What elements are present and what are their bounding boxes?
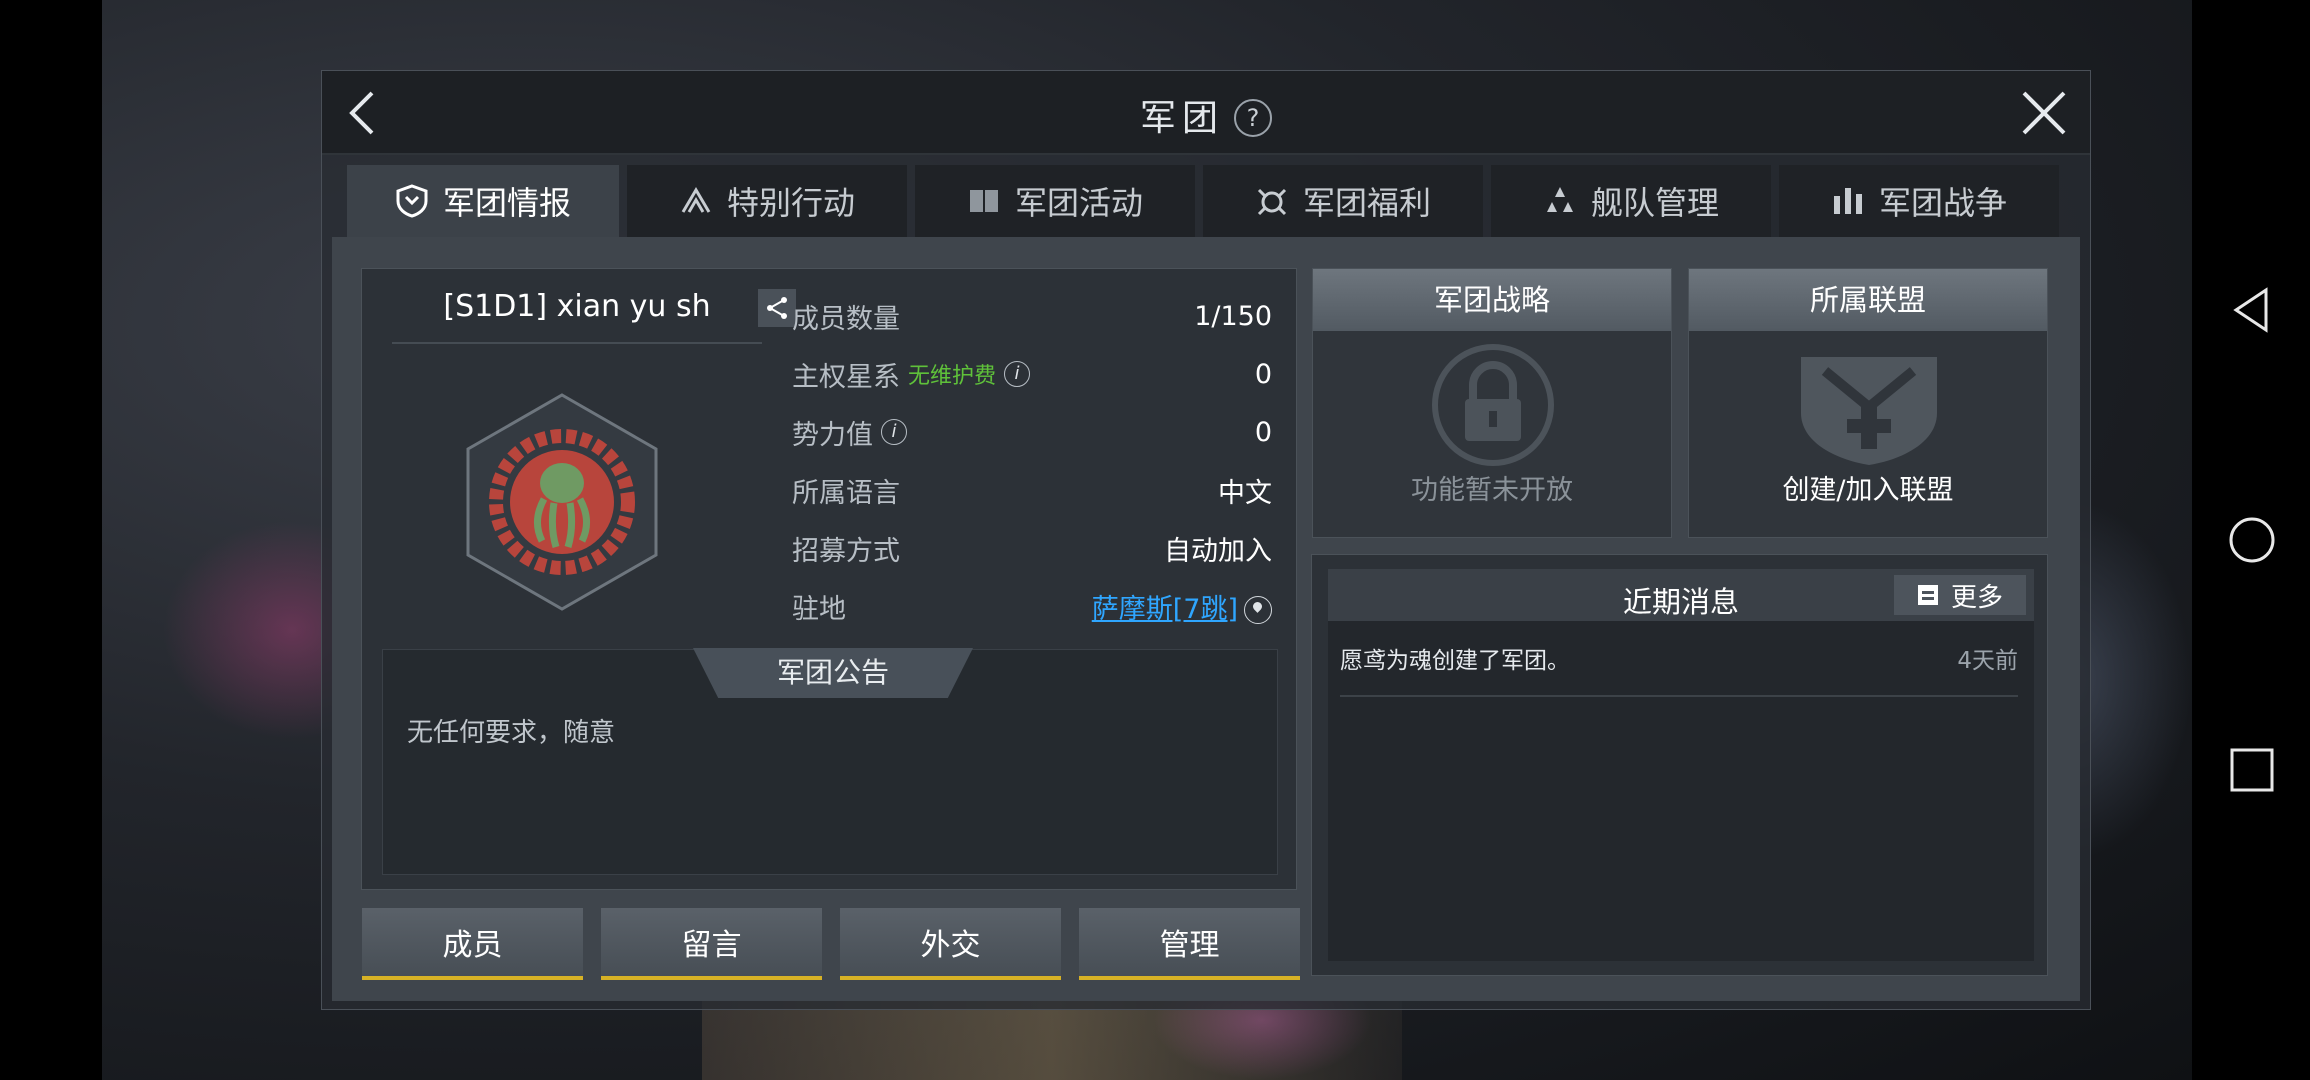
stat-value: 0 bbox=[1254, 416, 1272, 448]
stat-label: 驻地 bbox=[792, 593, 846, 625]
legion-emblem bbox=[462, 391, 662, 613]
stat-value: 0 bbox=[1254, 358, 1272, 390]
tab-legion-war[interactable]: 军团战争 bbox=[1779, 165, 2059, 237]
war-icon bbox=[1833, 188, 1862, 214]
card-caption: 创建/加入联盟 bbox=[1782, 475, 1954, 506]
tab-label: 军团活动 bbox=[1014, 184, 1143, 222]
stat-value: 自动加入 bbox=[1164, 535, 1272, 567]
help-icon[interactable]: ? bbox=[1234, 99, 1272, 137]
tab-fleet-management[interactable]: 舰队管理 bbox=[1491, 165, 1771, 237]
card-title: 军团战略 bbox=[1313, 269, 1671, 331]
stat-label: 主权星系 bbox=[792, 361, 900, 393]
card-caption: 功能暂未开放 bbox=[1411, 475, 1573, 506]
messages-button[interactable]: 留言 bbox=[601, 908, 822, 980]
news-message: 愿鸢为魂创建了军团。 bbox=[1340, 648, 1570, 674]
stat-value: 中文 bbox=[1218, 477, 1272, 509]
system-nav-bar bbox=[2192, 0, 2310, 1080]
tab-bar: 军团情报 特别行动 军团活动 军团福利 舰队管理 军团战争 bbox=[347, 165, 2059, 237]
tab-label: 舰队管理 bbox=[1590, 184, 1719, 222]
list-item: 愿鸢为魂创建了军团。 4天前 bbox=[1340, 641, 2018, 697]
nav-home-icon[interactable] bbox=[2228, 516, 2276, 564]
chevron-up-icon bbox=[681, 187, 711, 213]
nav-recents-icon[interactable] bbox=[2228, 746, 2276, 794]
title-bar: 军团? bbox=[322, 71, 2090, 155]
legion-strategy-card[interactable]: 军团战略 功能暂未开放 bbox=[1312, 268, 1672, 538]
stat-label: 所属语言 bbox=[792, 477, 900, 509]
document-icon bbox=[1917, 585, 1938, 605]
legion-info-panel: [S1D1] xian yu sh 成员数量 1/150 主权星系 无维护费 i 0… bbox=[361, 268, 1297, 890]
news-list: 愿鸢为魂创建了军团。 4天前 bbox=[1328, 621, 2034, 961]
location-pin-icon[interactable] bbox=[1244, 596, 1272, 624]
notice-title: 军团公告 bbox=[693, 648, 973, 698]
stat-label: 势力值 bbox=[792, 419, 873, 451]
tab-legion-welfare[interactable]: 军团福利 bbox=[1203, 165, 1483, 237]
alliance-shield-icon bbox=[1801, 357, 1937, 465]
no-maintenance-tag: 无维护费 bbox=[908, 364, 997, 389]
fleet-icon bbox=[1546, 187, 1573, 212]
station-link[interactable]: 萨摩斯[7跳] bbox=[1092, 594, 1238, 625]
action-buttons: 成员 留言 外交 管理 bbox=[362, 908, 1300, 980]
stat-label: 成员数量 bbox=[792, 303, 900, 335]
stat-value: 1/150 bbox=[1194, 300, 1272, 332]
stat-influence: 势力值 i 0 bbox=[792, 403, 1272, 461]
stat-label: 招募方式 bbox=[792, 535, 900, 567]
more-button[interactable]: 更多 bbox=[1894, 575, 2026, 615]
tab-label: 军团战争 bbox=[1878, 184, 2007, 222]
gift-icon bbox=[1257, 188, 1287, 216]
lock-icon bbox=[1432, 344, 1554, 466]
notice-text: 无任何要求，随意 bbox=[407, 718, 616, 748]
news-time: 4天前 bbox=[1957, 648, 2018, 674]
stat-station: 驻地 萨摩斯[7跳] bbox=[792, 577, 1272, 635]
legion-stats: 成员数量 1/150 主权星系 无维护费 i 0 势力值 i 0 所属语言 中文 招募… bbox=[792, 287, 1272, 635]
tab-legion-intel[interactable]: 军团情报 bbox=[347, 165, 619, 237]
recent-news-panel: 近期消息 更多 愿鸢为魂创建了军团。 4天前 bbox=[1311, 554, 2048, 976]
book-icon bbox=[969, 190, 998, 212]
share-icon[interactable] bbox=[758, 289, 796, 327]
news-header: 近期消息 更多 bbox=[1328, 569, 2034, 621]
more-label: 更多 bbox=[1950, 582, 2003, 613]
manage-button[interactable]: 管理 bbox=[1079, 908, 1300, 980]
tab-label: 军团福利 bbox=[1302, 184, 1431, 222]
close-icon[interactable] bbox=[2018, 87, 2070, 139]
stat-sovereign-systems: 主权星系 无维护费 i 0 bbox=[792, 345, 1272, 403]
stat-language: 所属语言 中文 bbox=[792, 461, 1272, 519]
members-button[interactable]: 成员 bbox=[362, 908, 583, 980]
stat-recruitment: 招募方式 自动加入 bbox=[792, 519, 1272, 577]
tab-label: 特别行动 bbox=[726, 184, 855, 222]
dialog-title-text: 军团 bbox=[1139, 98, 1224, 139]
alliance-card[interactable]: 所属联盟 创建/加入联盟 bbox=[1688, 268, 2048, 538]
tab-label: 军团情报 bbox=[442, 184, 571, 222]
tab-special-ops[interactable]: 特别行动 bbox=[627, 165, 907, 237]
nav-back-icon[interactable] bbox=[2228, 286, 2276, 334]
tab-legion-events[interactable]: 军团活动 bbox=[915, 165, 1195, 237]
info-icon[interactable]: i bbox=[1004, 361, 1031, 387]
shield-icon bbox=[396, 184, 428, 218]
stat-member-count: 成员数量 1/150 bbox=[792, 287, 1272, 345]
dialog-title: 军团? bbox=[322, 89, 2090, 141]
diplomacy-button[interactable]: 外交 bbox=[840, 908, 1061, 980]
card-title: 所属联盟 bbox=[1689, 269, 2047, 331]
legion-notice: 军团公告 无任何要求，随意 bbox=[382, 648, 1278, 875]
info-icon[interactable]: i bbox=[881, 419, 907, 445]
legion-name: [S1D1] xian yu sh bbox=[392, 289, 762, 344]
